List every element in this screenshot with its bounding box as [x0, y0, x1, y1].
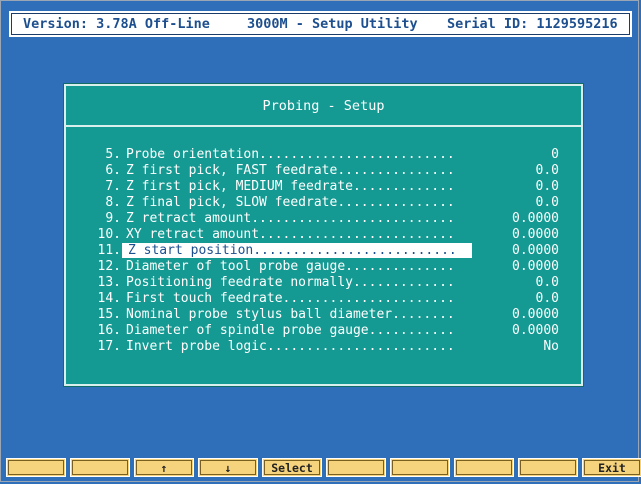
select-key[interactable]: Select: [262, 458, 322, 477]
function-key-bar: ↑ ↓ Select Exit: [6, 458, 641, 479]
panel-divider: [66, 125, 581, 127]
setting-number: 11.: [97, 243, 121, 258]
title-bar: Version: 3.78A Off-Line 3000M - Setup Ut…: [9, 11, 632, 37]
setting-number: 16.: [97, 323, 121, 338]
f9-key[interactable]: [518, 458, 578, 477]
setting-value: 0.0: [535, 275, 559, 290]
setting-value: 0.0: [535, 163, 559, 178]
setting-label: Probe orientation.......................…: [126, 147, 455, 162]
setting-number: 15.: [97, 307, 121, 322]
settings-list: 5. Probe orientation.....................…: [66, 147, 581, 355]
setting-row[interactable]: 10. XY retract amount....................…: [66, 227, 581, 243]
f2-key[interactable]: [70, 458, 130, 477]
panel-title: Probing - Setup: [262, 98, 385, 114]
setting-number: 17.: [97, 339, 121, 354]
serial-id-label: Serial ID: 1129595216: [447, 16, 618, 32]
setting-number: 5.: [105, 147, 121, 162]
setting-number: 13.: [97, 275, 121, 290]
setting-label: Diameter of tool probe gauge............…: [126, 259, 455, 274]
setting-label: Z first pick, FAST feedrate.............…: [126, 163, 455, 178]
f6-key[interactable]: [326, 458, 386, 477]
setting-value: No: [543, 339, 559, 354]
setting-value: 0.0000: [512, 323, 559, 338]
setting-row[interactable]: 11. Z start position.....................…: [66, 243, 581, 259]
setting-row[interactable]: 17. Invert probe logic...................…: [66, 339, 581, 355]
setting-row[interactable]: 8. Z final pick, SLOW feedrate...........…: [66, 195, 581, 211]
setting-value: 0.0: [535, 179, 559, 194]
setting-label: Nominal probe stylus ball diameter......…: [126, 307, 455, 322]
setting-value: 0.0000: [512, 227, 559, 242]
setting-row[interactable]: 5. Probe orientation.....................…: [66, 147, 581, 163]
setting-value: 0.0000: [512, 211, 559, 226]
setting-label: Invert probe logic......................…: [126, 339, 455, 354]
setting-row[interactable]: 14. First touch feedrate.................…: [66, 291, 581, 307]
app-title: 3000M - Setup Utility: [247, 16, 418, 32]
setting-value: 0.0: [535, 195, 559, 210]
setting-number: 14.: [97, 291, 121, 306]
setting-label: XY retract amount.......................…: [126, 227, 455, 242]
setting-label: Z retract amount........................…: [126, 211, 455, 226]
setting-label: First touch feedrate....................…: [126, 291, 455, 306]
setting-value: 0.0000: [512, 259, 559, 274]
setting-label: Z start position........................…: [122, 243, 472, 258]
setting-row[interactable]: 7. Z first pick, MEDIUM feedrate.........…: [66, 179, 581, 195]
setting-value: 0: [551, 147, 559, 162]
setting-number: 9.: [105, 211, 121, 226]
up-arrow-key[interactable]: ↑: [134, 458, 194, 477]
setting-label: Z final pick, SLOW feedrate.............…: [126, 195, 455, 210]
exit-key[interactable]: Exit: [582, 458, 641, 477]
setting-number: 6.: [105, 163, 121, 178]
version-label: Version: 3.78A Off-Line: [23, 16, 210, 32]
setting-row[interactable]: 13. Positioning feedrate normally........…: [66, 275, 581, 291]
setting-number: 12.: [97, 259, 121, 274]
setting-label: Positioning feedrate normally...........…: [126, 275, 455, 290]
setting-row[interactable]: 15. Nominal probe stylus ball diameter...…: [66, 307, 581, 323]
setting-label: Z first pick, MEDIUM feedrate...........…: [126, 179, 455, 194]
setting-row[interactable]: 16. Diameter of spindle probe gauge......…: [66, 323, 581, 339]
f7-key[interactable]: [390, 458, 450, 477]
probing-setup-panel: Probing - Setup 5. Probe orientation.....…: [64, 84, 583, 386]
setting-label: Diameter of spindle probe gauge.........…: [126, 323, 455, 338]
setting-number: 8.: [105, 195, 121, 210]
setting-row[interactable]: 9. Z retract amount......................…: [66, 211, 581, 227]
down-arrow-key[interactable]: ↓: [198, 458, 258, 477]
f8-key[interactable]: [454, 458, 514, 477]
setting-row[interactable]: 12. Diameter of tool probe gauge.........…: [66, 259, 581, 275]
setting-value: 0.0000: [512, 243, 559, 258]
setting-row[interactable]: 6. Z first pick, FAST feedrate...........…: [66, 163, 581, 179]
setting-value: 0.0: [535, 291, 559, 306]
setting-value: 0.0000: [512, 307, 559, 322]
setting-number: 10.: [97, 227, 121, 242]
setting-number: 7.: [105, 179, 121, 194]
f1-key[interactable]: [6, 458, 66, 477]
